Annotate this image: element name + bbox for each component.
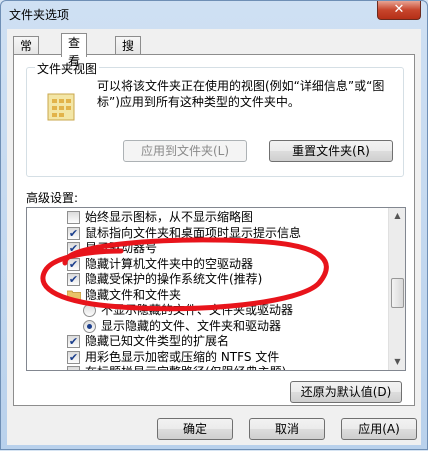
checkbox-checked[interactable]: ✔ bbox=[67, 335, 80, 348]
scroll-down-arrow-icon[interactable]: ▼ bbox=[390, 354, 405, 370]
advanced-setting-label: 隐藏计算机文件夹中的空驱动器 bbox=[85, 256, 254, 271]
folder-icon bbox=[67, 290, 81, 301]
checkbox-checked[interactable]: ✔ bbox=[67, 273, 80, 286]
folder-views-description: 可以将该文件夹正在使用的视图(例如“详细信息”或“图标”)应用到所有这种类型的文… bbox=[97, 79, 385, 109]
advanced-setting-label: 隐藏已知文件类型的扩展名 bbox=[85, 334, 230, 348]
advanced-settings-list[interactable]: 始终显示图标，从不显示缩略图 ✔ 鼠标指向文件夹和桌面项时显示提示信息 ✔ 显示驱动器号… bbox=[26, 207, 406, 371]
apply-button[interactable]: 应用(A) bbox=[341, 418, 417, 440]
advanced-setting-label: 用彩色显示加密或压缩的 NTFS 文件 bbox=[85, 349, 280, 364]
restore-defaults-button[interactable]: 还原为默认值(D) bbox=[290, 381, 402, 403]
advanced-setting-label: 隐藏文件和文件夹 bbox=[85, 287, 182, 302]
ok-button[interactable]: 确定 bbox=[157, 418, 233, 440]
tab-view[interactable]: 查看 bbox=[61, 33, 88, 68]
close-button[interactable]: ✕ bbox=[377, 1, 421, 20]
advanced-setting-label: 不显示隐藏的文件、文件夹或驱动器 bbox=[101, 303, 294, 317]
reset-folders-button[interactable]: 重置文件夹(R) bbox=[269, 140, 393, 162]
view-tab-panel: 文件夹视图 可以将该文件夹正在使用的视图(例如“详细信息”或“图标”)应用到所有… bbox=[13, 54, 415, 406]
tab-general[interactable]: 常规 bbox=[13, 36, 40, 71]
folder-views-group: 文件夹视图 可以将该文件夹正在使用的视图(例如“详细信息”或“图标”)应用到所有… bbox=[26, 60, 404, 177]
folder-view-icon bbox=[47, 93, 75, 121]
scroll-thumb[interactable] bbox=[391, 278, 404, 308]
window-title: 文件夹选项 bbox=[9, 8, 70, 22]
advanced-setting-label: 显示驱动器号 bbox=[85, 241, 158, 255]
title-bar[interactable]: 文件夹选项 ✕ bbox=[1, 1, 427, 27]
folder-views-label: 文件夹视图 bbox=[35, 60, 100, 77]
scroll-up-arrow-icon[interactable]: ▲ bbox=[390, 208, 405, 224]
checkbox-checked[interactable]: ✔ bbox=[67, 226, 80, 240]
radio-unselected[interactable] bbox=[83, 304, 96, 317]
tab-search[interactable]: 搜索 bbox=[115, 36, 142, 71]
checkbox-checked[interactable]: ✔ bbox=[67, 242, 80, 255]
advanced-setting-label: 隐藏受保护的操作系统文件(推荐) bbox=[85, 272, 263, 286]
advanced-settings-label: 高级设置: bbox=[26, 191, 79, 205]
radio-selected[interactable] bbox=[83, 319, 96, 333]
advanced-setting-label: 鼠标指向文件夹和桌面项时显示提示信息 bbox=[85, 225, 302, 240]
cancel-button[interactable]: 取消 bbox=[249, 418, 325, 440]
advanced-setting-label: 始终显示图标，从不显示缩略图 bbox=[85, 210, 254, 224]
checkbox-unchecked[interactable] bbox=[67, 366, 80, 370]
advanced-setting-label: 在标题栏显示完整路径(仅限经典主题) bbox=[85, 365, 286, 370]
advanced-setting-label: 显示隐藏的文件、文件夹和驱动器 bbox=[101, 318, 282, 333]
checkbox-checked[interactable]: ✔ bbox=[67, 257, 80, 271]
checkbox-checked[interactable]: ✔ bbox=[67, 350, 80, 364]
folder-options-dialog: 文件夹选项 ✕ 常规 查看 搜索 文件夹视图 bbox=[0, 0, 428, 450]
dialog-body: 常规 查看 搜索 文件夹视图 可以将该文件夹正在使用的视图(例如“详细信息 bbox=[7, 29, 421, 445]
apply-to-folders-button[interactable]: 应用到文件夹(L) bbox=[123, 140, 247, 162]
vertical-scrollbar[interactable]: ▲ ▼ bbox=[388, 208, 405, 370]
checkbox-unchecked[interactable] bbox=[67, 211, 80, 224]
